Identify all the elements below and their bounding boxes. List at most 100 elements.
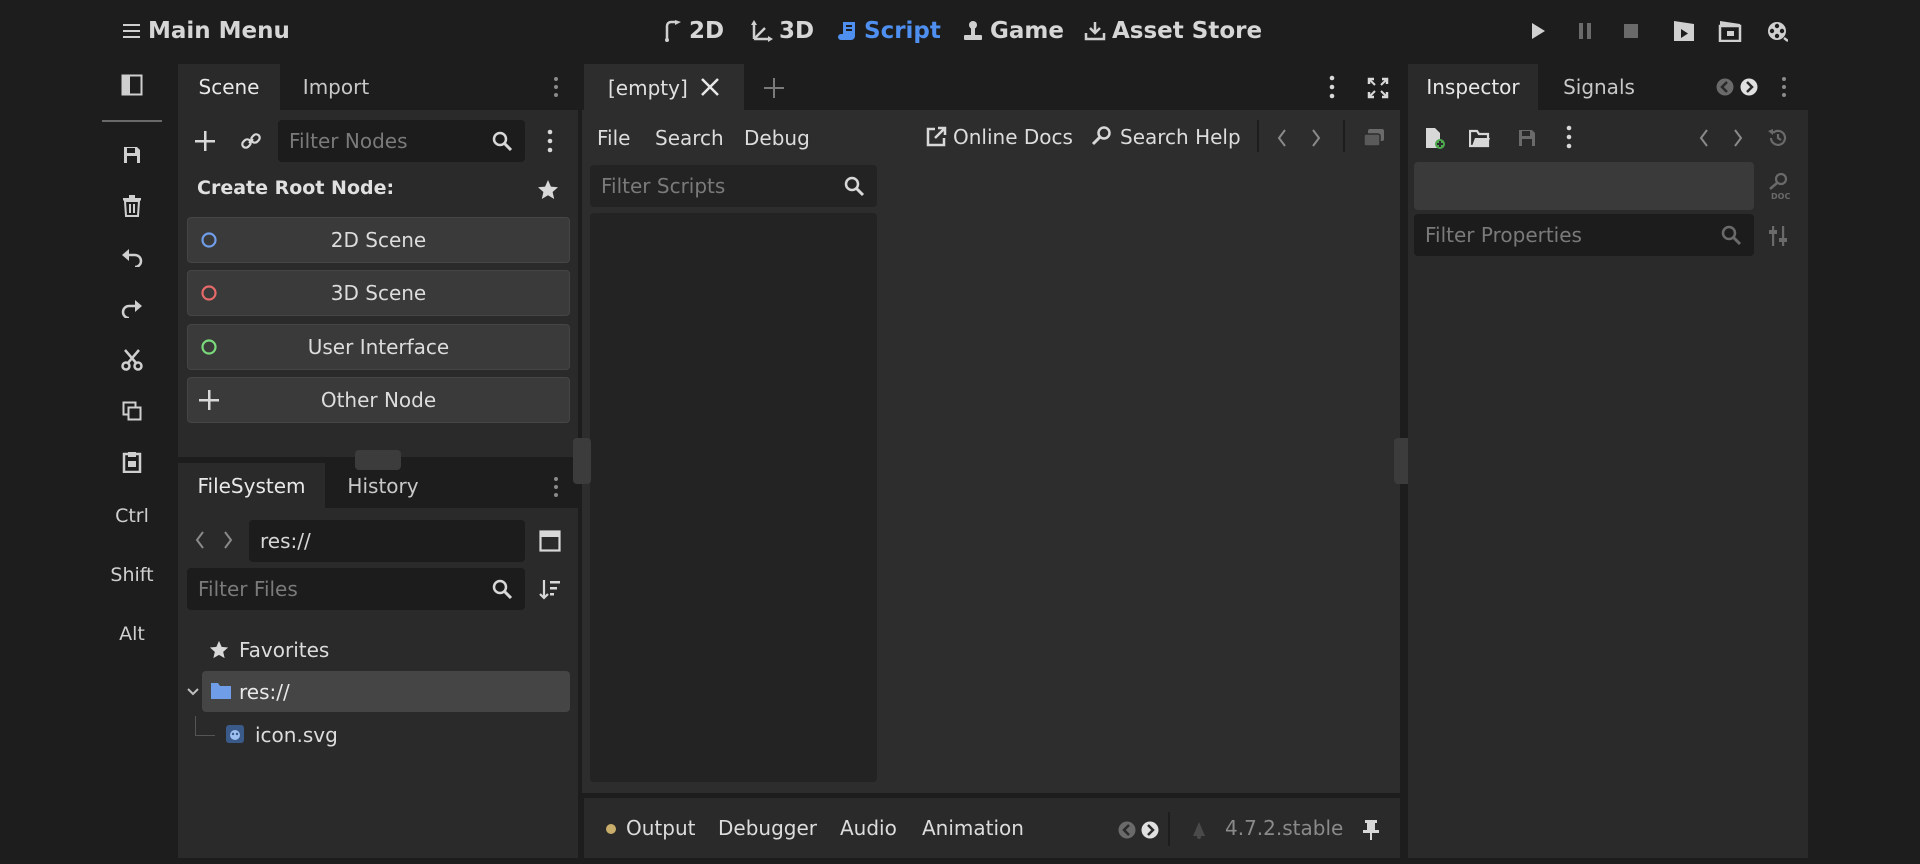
open-resource-icon[interactable]	[1468, 126, 1492, 150]
make-floating-icon[interactable]	[1362, 126, 1386, 150]
cut-icon[interactable]	[108, 340, 156, 380]
tab-scroll-right-icon[interactable]	[1739, 77, 1759, 97]
pause-icon[interactable]	[1573, 19, 1597, 43]
workspace-game-button[interactable]: Game	[962, 18, 1064, 44]
menu-file[interactable]: File	[597, 126, 630, 150]
version-label[interactable]: 4.7.2.stable	[1225, 816, 1343, 840]
filter-files-input[interactable]: Filter Files	[187, 568, 525, 610]
history-back-icon[interactable]	[1274, 126, 1290, 150]
search-help-label: Search Help	[1120, 125, 1241, 149]
filter-scripts-input[interactable]: Filter Scripts	[590, 165, 877, 207]
add-node-icon[interactable]	[192, 128, 218, 154]
scene-dock-menu-icon[interactable]	[546, 74, 566, 100]
search-icon	[843, 175, 865, 197]
user-interface-button[interactable]: User Interface	[187, 324, 570, 370]
tab-signals[interactable]: Signals	[1546, 64, 1652, 110]
2d-scene-button[interactable]: 2D Scene	[187, 217, 570, 263]
tab-scroll-left-icon[interactable]	[1715, 77, 1735, 97]
workspace-2d-label: 2D	[689, 18, 725, 44]
tree-item-res-label: res://	[239, 680, 290, 704]
back-icon[interactable]	[190, 528, 210, 552]
tab-animation[interactable]: Animation	[922, 816, 1024, 840]
tab-debugger[interactable]: Debugger	[718, 816, 817, 840]
script-list[interactable]	[590, 213, 877, 782]
chevron-down-icon[interactable]	[185, 684, 201, 700]
scroll-left-icon[interactable]	[1117, 819, 1137, 841]
tree-item-res[interactable]: res://	[202, 671, 570, 712]
path-field[interactable]: res://	[249, 520, 525, 562]
inspector-dock-menu-icon[interactable]	[1778, 74, 1790, 100]
tab-import[interactable]: Import	[286, 64, 386, 110]
shift-modifier-key[interactable]: Shift	[100, 564, 164, 586]
new-resource-icon[interactable]	[1422, 126, 1446, 150]
script-tab-menu-icon[interactable]	[1325, 74, 1339, 100]
search-help-button[interactable]: Search Help	[1090, 125, 1241, 149]
left-dock-resize-handle[interactable]	[573, 438, 591, 484]
object-selector[interactable]	[1414, 162, 1754, 210]
3d-scene-button[interactable]: 3D Scene	[187, 270, 570, 316]
filesystem-dock-menu-icon[interactable]	[546, 474, 566, 500]
redo-icon[interactable]	[108, 288, 156, 328]
filter-properties-input[interactable]: Filter Properties	[1414, 214, 1754, 256]
tab-output[interactable]: Output	[626, 816, 695, 840]
filter-nodes-input[interactable]: Filter Nodes	[278, 120, 525, 162]
tree-item-icon-svg-label: icon.svg	[255, 723, 338, 747]
toggle-panel-icon[interactable]	[120, 72, 144, 98]
sort-icon[interactable]	[538, 576, 562, 602]
plus-icon	[198, 389, 220, 411]
alt-modifier-key[interactable]: Alt	[100, 623, 164, 645]
tab-inspector[interactable]: Inspector	[1408, 64, 1538, 110]
open-documentation-icon[interactable]: DOC	[1764, 171, 1794, 201]
workspace-script-button[interactable]: Script	[838, 18, 941, 44]
play-scene-icon[interactable]	[1671, 19, 1697, 43]
scene-options-icon[interactable]	[540, 128, 560, 154]
tree-item-icon-svg[interactable]: icon.svg	[217, 722, 567, 748]
filter-scripts-placeholder: Filter Scripts	[601, 174, 726, 198]
favorites-star-icon[interactable]	[536, 178, 560, 202]
ctrl-modifier-key[interactable]: Ctrl	[100, 505, 164, 527]
inspector-back-icon[interactable]	[1696, 126, 1712, 150]
tab-scene[interactable]: Scene	[178, 64, 280, 110]
filter-files-placeholder: Filter Files	[198, 577, 298, 601]
toggle-split-mode-icon[interactable]	[538, 529, 562, 553]
workspace-2d-button[interactable]: 2D	[663, 18, 724, 44]
forward-icon[interactable]	[218, 528, 238, 552]
copy-icon[interactable]	[108, 391, 156, 431]
other-node-button[interactable]: Other Node	[187, 377, 570, 423]
undo-icon[interactable]	[108, 237, 156, 277]
main-menu-label: Main Menu	[148, 18, 290, 44]
menu-search[interactable]: Search	[655, 126, 724, 150]
inspector-settings-icon[interactable]	[1766, 223, 1790, 249]
online-docs-button[interactable]: Online Docs	[925, 125, 1073, 149]
output-status-dot	[606, 824, 616, 834]
distraction-free-icon[interactable]	[1366, 76, 1390, 100]
menu-debug[interactable]: Debug	[744, 126, 810, 150]
delete-icon[interactable]	[108, 186, 156, 226]
workspace-asset-store-button[interactable]: Asset Store	[1084, 18, 1262, 44]
3d-scene-label: 3D Scene	[330, 281, 427, 305]
main-menu-button[interactable]: Main Menu	[122, 18, 290, 44]
close-icon[interactable]	[699, 76, 721, 98]
inspector-forward-icon[interactable]	[1730, 126, 1746, 150]
history-forward-icon[interactable]	[1308, 126, 1324, 150]
play-custom-scene-icon[interactable]	[1717, 19, 1743, 43]
save-resource-icon[interactable]	[1515, 126, 1539, 150]
resource-menu-icon[interactable]	[1563, 124, 1575, 150]
movie-maker-icon[interactable]	[1764, 19, 1790, 43]
instantiate-scene-icon[interactable]	[238, 128, 264, 154]
scroll-right-icon[interactable]	[1140, 819, 1160, 841]
favorites-label[interactable]: Favorites	[239, 638, 329, 662]
new-tab-icon[interactable]	[762, 76, 786, 100]
stop-icon[interactable]	[1619, 19, 1643, 43]
pin-icon[interactable]	[1360, 818, 1382, 842]
tab-history[interactable]: History	[330, 463, 436, 509]
play-icon[interactable]	[1526, 19, 1550, 43]
save-icon[interactable]	[108, 135, 156, 175]
tab-audio[interactable]: Audio	[840, 816, 897, 840]
paste-icon[interactable]	[108, 442, 156, 482]
user-interface-label: User Interface	[307, 335, 450, 359]
workspace-3d-button[interactable]: 3D	[751, 18, 814, 44]
object-history-icon[interactable]	[1766, 126, 1790, 150]
tab-filesystem[interactable]: FileSystem	[178, 463, 325, 509]
script-tab[interactable]: [empty]	[584, 64, 744, 110]
